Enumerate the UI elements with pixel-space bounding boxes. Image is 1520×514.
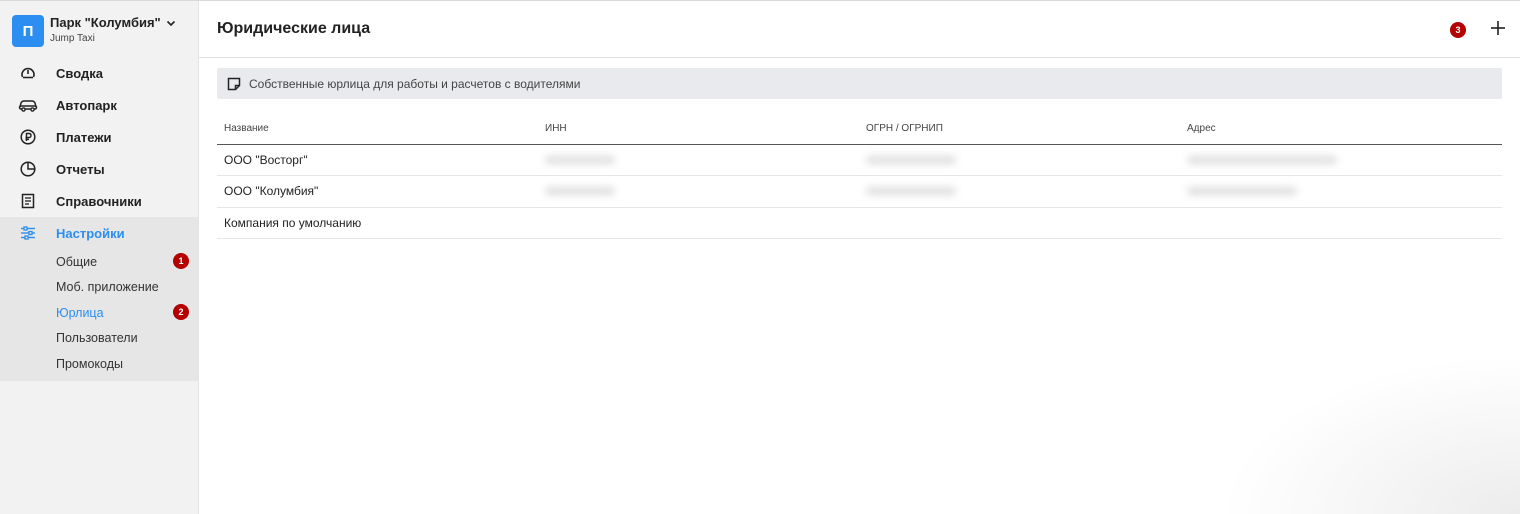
org-switcher[interactable]: П Парк "Колумбия" Jump Taxi <box>0 1 198 57</box>
gauge-icon <box>18 63 38 83</box>
page-title: Юридические лица <box>217 20 371 37</box>
sidebar-nav: Сводка Автопарк Платежи Отчеты Справочни… <box>0 57 198 249</box>
column-header-address[interactable]: Адрес <box>1180 114 1502 145</box>
background-shade <box>1220 354 1520 514</box>
table-row[interactable]: Компания по умолчанию <box>217 207 1502 239</box>
cell-name: Компания по умолчанию <box>217 207 538 239</box>
step-badge: 3 <box>1450 22 1466 38</box>
sidebar-item-label: Отчеты <box>56 161 105 177</box>
sidebar-item-fleet[interactable]: Автопарк <box>0 89 198 121</box>
subnav-item-general[interactable]: Общие 1 <box>0 249 198 275</box>
step-badge: 2 <box>173 304 189 320</box>
org-avatar: П <box>12 15 44 47</box>
note-icon <box>227 77 241 90</box>
cell-address-redacted <box>1180 144 1502 176</box>
cell-name: ООО "Восторг" <box>217 144 538 176</box>
column-header-inn[interactable]: ИНН <box>538 114 859 145</box>
sidebar: П Парк "Колумбия" Jump Taxi Сводка Автоп… <box>0 1 199 514</box>
cell-address-redacted <box>1180 175 1502 208</box>
subnav-item-label: Пользователи <box>56 331 138 346</box>
legal-entities-table: Название ИНН ОГРН / ОГРНИП Адрес ООО "Во… <box>217 114 1502 239</box>
sidebar-item-label: Автопарк <box>56 97 117 113</box>
table-header-row: Название ИНН ОГРН / ОГРНИП Адрес <box>217 114 1502 145</box>
cell-ogrn-redacted <box>859 144 1180 176</box>
table-row[interactable]: ООО "Восторг" <box>217 144 1502 176</box>
ruble-icon <box>18 127 38 147</box>
subnav-item-label: Моб. приложение <box>56 280 159 295</box>
column-header-ogrn[interactable]: ОГРН / ОГРНИП <box>859 114 1180 145</box>
sidebar-item-directories[interactable]: Справочники <box>0 185 198 217</box>
sidebar-item-summary[interactable]: Сводка <box>0 57 198 89</box>
column-header-name[interactable]: Название <box>217 114 538 145</box>
cell-inn-redacted <box>538 175 859 208</box>
sidebar-item-label: Настройки <box>56 225 125 241</box>
subnav-item-users[interactable]: Пользователи <box>0 326 198 352</box>
org-name-row[interactable]: Парк "Колумбия" <box>50 15 177 30</box>
app-window: П Парк "Колумбия" Jump Taxi Сводка Автоп… <box>0 0 1520 514</box>
add-icon[interactable] <box>1489 19 1507 37</box>
cell-inn-redacted <box>538 144 859 176</box>
cell-ogrn <box>859 207 1180 239</box>
page-header: Юридические лица 3 <box>199 1 1520 58</box>
sidebar-item-reports[interactable]: Отчеты <box>0 153 198 185</box>
car-icon <box>18 95 38 115</box>
subnav-item-label: Промокоды <box>56 356 123 371</box>
sidebar-item-payments[interactable]: Платежи <box>0 121 198 153</box>
info-banner: Собственные юрлица для работы и расчетов… <box>217 68 1502 99</box>
sidebar-item-label: Платежи <box>56 129 112 145</box>
org-subtitle: Jump Taxi <box>50 33 95 44</box>
org-name: Парк "Колумбия" <box>50 15 161 30</box>
main-content: Юридические лица 3 Собственные юрлица дл… <box>199 1 1520 514</box>
sidebar-item-label: Справочники <box>56 193 142 209</box>
cell-ogrn-redacted <box>859 175 1180 208</box>
org-text: Парк "Колумбия" Jump Taxi <box>50 15 177 44</box>
cell-name: ООО "Колумбия" <box>217 175 538 208</box>
subnav-item-legal-entities[interactable]: Юрлица 2 <box>0 300 198 326</box>
cell-address <box>1180 207 1502 239</box>
pie-chart-icon <box>18 159 38 179</box>
table-row[interactable]: ООО "Колумбия" <box>217 175 1502 208</box>
chevron-down-icon <box>166 20 175 26</box>
sliders-icon <box>18 223 38 243</box>
subnav-item-label: Общие <box>56 254 98 269</box>
sidebar-item-label: Сводка <box>56 65 103 81</box>
subnav-item-mobile-app[interactable]: Моб. приложение <box>0 275 198 301</box>
sidebar-item-settings[interactable]: Настройки <box>0 217 198 249</box>
step-badge: 1 <box>173 253 189 269</box>
subnav-item-promocodes[interactable]: Промокоды <box>0 351 198 377</box>
info-text: Собственные юрлица для работы и расчетов… <box>249 76 581 91</box>
cell-inn <box>538 207 859 239</box>
book-icon <box>18 191 38 211</box>
settings-subnav: Общие 1 Моб. приложение Юрлица 2 Пользов… <box>0 249 198 381</box>
subnav-item-label: Юрлица <box>56 305 104 320</box>
